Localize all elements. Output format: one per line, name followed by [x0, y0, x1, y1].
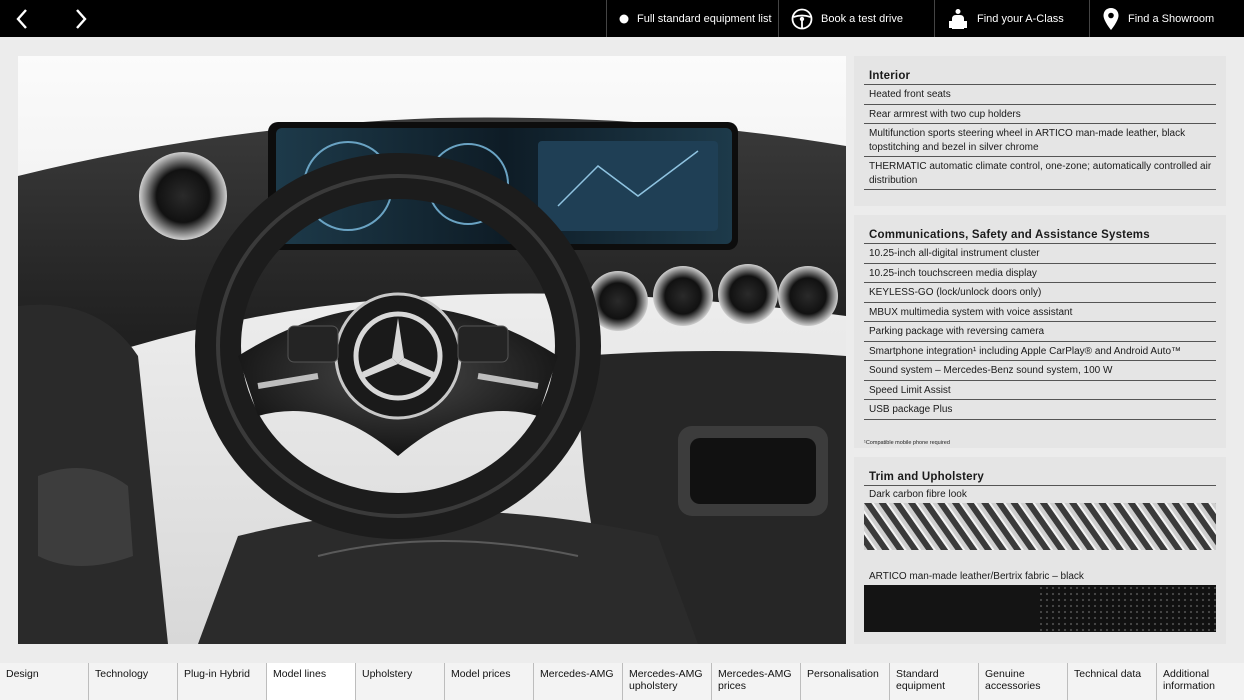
test-drive-label: Book a test drive	[821, 12, 903, 25]
tab-standard-equipment[interactable]: Standard equipment	[890, 663, 979, 700]
trim-title: Trim and Upholstery	[864, 467, 1216, 486]
trim-item-label: Dark carbon fibre look	[869, 489, 967, 500]
interior-panel: Interior Heated front seats Rear armrest…	[854, 56, 1226, 206]
list-item: Parking package with reversing camera	[864, 322, 1216, 342]
list-item: THERMATIC automatic climate control, one…	[864, 157, 1216, 190]
list-item: MBUX multimedia system with voice assist…	[864, 303, 1216, 322]
list-item: 10.25-inch all-digital instrument cluste…	[864, 244, 1216, 264]
footnote: ¹Compatible mobile phone required	[864, 439, 950, 446]
carbon-fibre-swatch	[864, 503, 1216, 550]
list-item: Sound system – Mercedes-Benz sound syste…	[864, 361, 1216, 381]
showroom-link[interactable]: Find a Showroom	[1089, 0, 1244, 37]
tab-design[interactable]: Design	[0, 663, 89, 700]
top-bar: Full standard equipment list Book a test…	[0, 0, 1244, 37]
list-item: Smartphone integration¹ including Apple …	[864, 342, 1216, 361]
tab-additional-information[interactable]: Additional information	[1157, 663, 1244, 700]
tab-model-prices[interactable]: Model prices	[445, 663, 534, 700]
previous-arrow-icon[interactable]	[9, 5, 37, 33]
tab-technical-data[interactable]: Technical data	[1068, 663, 1157, 700]
equipment-list-link[interactable]: Full standard equipment list	[606, 0, 778, 37]
trim-panel: Trim and Upholstery Dark carbon fibre lo…	[854, 457, 1226, 644]
tab-model-lines[interactable]: Model lines	[267, 663, 356, 700]
list-item: 10.25-inch touchscreen media display	[864, 264, 1216, 283]
bottom-navigation: Design Technology Plug-in Hybrid Model l…	[0, 663, 1244, 700]
location-pin-icon	[1102, 7, 1120, 31]
steering-wheel-icon	[791, 8, 813, 30]
upholstery-item-label: ARTICO man-made leather/Bertrix fabric –…	[869, 571, 1084, 582]
test-drive-link[interactable]: Book a test drive	[778, 0, 934, 37]
tab-upholstery[interactable]: Upholstery	[356, 663, 445, 700]
tab-genuine-accessories[interactable]: Genuine accessories	[979, 663, 1068, 700]
list-item: Speed Limit Assist	[864, 381, 1216, 400]
tab-mercedes-amg-upholstery[interactable]: Mercedes-AMG upholstery	[623, 663, 712, 700]
find-class-label: Find your A-Class	[977, 12, 1064, 25]
communications-panel: Communications, Safety and Assistance Sy…	[854, 215, 1226, 448]
list-item: Heated front seats	[864, 85, 1216, 105]
list-item: KEYLESS-GO (lock/unlock doors only)	[864, 283, 1216, 303]
list-item: Multifunction sports steering wheel in A…	[864, 124, 1216, 157]
interior-image	[18, 56, 846, 644]
upholstery-swatch	[864, 585, 1216, 632]
find-class-link[interactable]: Find your A-Class	[934, 0, 1089, 37]
tab-plug-in-hybrid[interactable]: Plug-in Hybrid	[178, 663, 267, 700]
equipment-list-label: Full standard equipment list	[637, 12, 772, 25]
tab-technology[interactable]: Technology	[89, 663, 178, 700]
next-arrow-icon[interactable]	[67, 5, 95, 33]
showroom-label: Find a Showroom	[1128, 12, 1215, 25]
list-item: USB package Plus	[864, 400, 1216, 420]
interior-title: Interior	[864, 66, 1216, 85]
tab-mercedes-amg-prices[interactable]: Mercedes-AMG prices	[712, 663, 801, 700]
list-item: Rear armrest with two cup holders	[864, 105, 1216, 124]
tab-mercedes-amg[interactable]: Mercedes-AMG	[534, 663, 623, 700]
communications-title: Communications, Safety and Assistance Sy…	[864, 225, 1216, 244]
dot-icon	[619, 14, 629, 24]
tab-personalisation[interactable]: Personalisation	[801, 663, 890, 700]
car-seat-icon	[947, 8, 969, 30]
